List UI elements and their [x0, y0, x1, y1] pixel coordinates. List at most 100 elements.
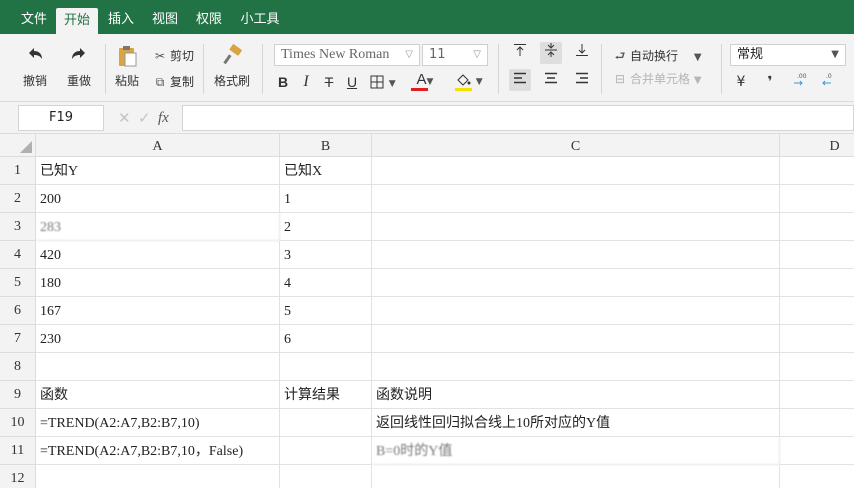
font-color-button[interactable]: A▼ [408, 69, 442, 91]
cell-d5[interactable] [780, 269, 854, 297]
currency-button[interactable]: ¥ [730, 71, 752, 93]
formula-input[interactable] [182, 105, 854, 131]
cell-c7[interactable] [372, 325, 780, 353]
cell-a2[interactable]: 200 [36, 185, 280, 213]
menu-view[interactable]: 视图 [144, 0, 186, 34]
cell-a4[interactable]: 420 [36, 241, 280, 269]
cell-b2[interactable]: 1 [280, 185, 372, 213]
row-header[interactable]: 1 [0, 157, 36, 185]
font-name-select[interactable]: Times New Roman ▽ [274, 44, 420, 66]
menu-permissions[interactable]: 权限 [188, 0, 230, 34]
row-header[interactable]: 12 [0, 465, 36, 488]
bold-button[interactable]: B [272, 71, 294, 93]
cell-b1[interactable]: 已知X [280, 157, 372, 185]
cell-c12[interactable] [372, 465, 780, 488]
increase-decimal-button[interactable]: .00 [790, 71, 812, 93]
cell-c5[interactable] [372, 269, 780, 297]
cell-c9[interactable]: 函数说明 [372, 381, 780, 409]
cell-a10[interactable]: =TREND(A2:A7,B2:B7,10) [36, 409, 280, 437]
cell-a11[interactable]: =TREND(A2:A7,B2:B7,10，False) [36, 437, 280, 465]
menu-file[interactable]: 文件 [12, 0, 56, 34]
paste-button[interactable]: 粘贴 [111, 44, 143, 89]
cell-d7[interactable] [780, 325, 854, 353]
row-header[interactable]: 11 [0, 437, 36, 465]
row-header[interactable]: 10 [0, 409, 36, 437]
cell-b8[interactable] [280, 353, 372, 381]
cell-b5[interactable]: 4 [280, 269, 372, 297]
cell-b12[interactable] [280, 465, 372, 488]
select-all-corner[interactable] [0, 134, 36, 157]
comma-style-button[interactable]: ❜ [759, 71, 781, 93]
strikethrough-button[interactable]: T [318, 71, 340, 93]
cell-d12[interactable] [780, 465, 854, 488]
name-box[interactable]: F19 [18, 105, 104, 131]
cell-b9[interactable]: 计算结果 [280, 381, 372, 409]
column-header-b[interactable]: B [280, 134, 372, 157]
menu-home[interactable]: 开始 [56, 8, 98, 34]
align-middle-button[interactable] [540, 42, 562, 64]
function-icon[interactable]: fx [158, 106, 169, 130]
redo-button[interactable]: 重做 [62, 44, 96, 89]
cell-c1[interactable] [372, 157, 780, 185]
merge-cells-button[interactable]: ⊟ 合并单元格 ▼ [613, 69, 702, 89]
row-header[interactable]: 4 [0, 241, 36, 269]
borders-button[interactable]: ▼ [368, 71, 398, 93]
cell-d10[interactable] [780, 409, 854, 437]
column-header-d[interactable]: D [780, 134, 854, 157]
align-right-button[interactable] [571, 69, 593, 91]
cell-b4[interactable]: 3 [280, 241, 372, 269]
cell-a12[interactable] [36, 465, 280, 488]
cell-d4[interactable] [780, 241, 854, 269]
cell-d9[interactable] [780, 381, 854, 409]
menu-tools[interactable]: 小工具 [232, 0, 288, 34]
italic-button[interactable]: I [295, 71, 317, 93]
cell-c4[interactable] [372, 241, 780, 269]
confirm-icon[interactable]: ✓ [138, 106, 151, 130]
cell-c8[interactable] [372, 353, 780, 381]
cell-c11[interactable]: B=0时的Y值 [372, 437, 780, 465]
cell-a9[interactable]: 函数 [36, 381, 280, 409]
cancel-icon[interactable]: ✕ [118, 106, 131, 130]
row-header[interactable]: 7 [0, 325, 36, 353]
cell-d6[interactable] [780, 297, 854, 325]
cell-a8[interactable] [36, 353, 280, 381]
menu-insert[interactable]: 插入 [100, 0, 142, 34]
wrap-text-button[interactable]: ⮐ 自动换行 ▼ [613, 46, 702, 66]
cell-b10[interactable] [280, 409, 372, 437]
align-left-button[interactable] [509, 69, 531, 91]
cell-c3[interactable] [372, 213, 780, 241]
fill-color-button[interactable]: ▼ [452, 69, 486, 91]
cell-c10[interactable]: 返回线性回归拟合线上10所对应的Y值 [372, 409, 780, 437]
copy-button[interactable]: ⧉ 复制 [153, 72, 194, 92]
cell-d2[interactable] [780, 185, 854, 213]
cell-b11[interactable] [280, 437, 372, 465]
decrease-decimal-button[interactable]: .0 [819, 71, 841, 93]
underline-button[interactable]: U [341, 71, 363, 93]
number-format-select[interactable]: 常规 ▼ [730, 44, 846, 66]
cell-a7[interactable]: 230 [36, 325, 280, 353]
format-painter-button[interactable]: 格式刷 [212, 44, 252, 89]
cell-d11[interactable] [780, 437, 854, 465]
cell-b3[interactable]: 2 [280, 213, 372, 241]
row-header[interactable]: 8 [0, 353, 36, 381]
row-header[interactable]: 9 [0, 381, 36, 409]
align-bottom-button[interactable] [571, 42, 593, 64]
row-header[interactable]: 2 [0, 185, 36, 213]
font-size-select[interactable]: 11 ▽ [422, 44, 488, 66]
cell-c2[interactable] [372, 185, 780, 213]
cut-button[interactable]: ✂ 剪切 [153, 46, 194, 66]
align-top-button[interactable] [509, 42, 531, 64]
column-header-a[interactable]: A [36, 134, 280, 157]
row-header[interactable]: 5 [0, 269, 36, 297]
cell-d1[interactable] [780, 157, 854, 185]
row-header[interactable]: 6 [0, 297, 36, 325]
cell-a1[interactable]: 已知Y [36, 157, 280, 185]
cell-b7[interactable]: 6 [280, 325, 372, 353]
cell-b6[interactable]: 5 [280, 297, 372, 325]
column-header-c[interactable]: C [372, 134, 780, 157]
row-header[interactable]: 3 [0, 213, 36, 241]
cell-a6[interactable]: 167 [36, 297, 280, 325]
cell-a3[interactable]: 283 [36, 213, 280, 241]
cell-a5[interactable]: 180 [36, 269, 280, 297]
cell-c6[interactable] [372, 297, 780, 325]
